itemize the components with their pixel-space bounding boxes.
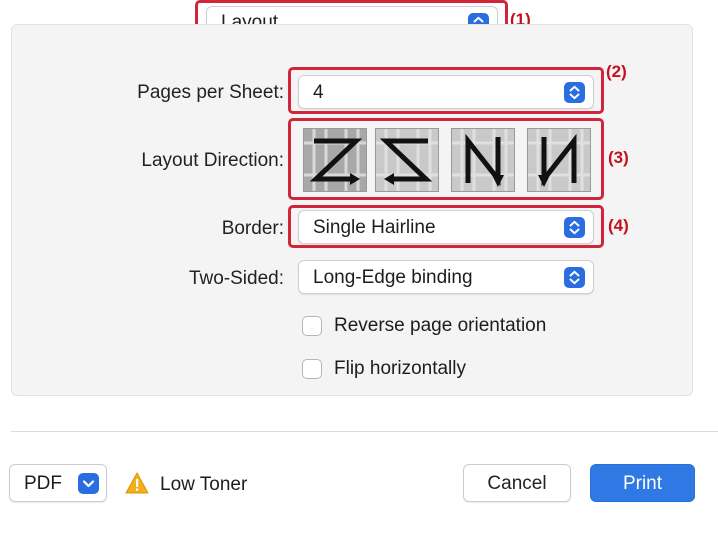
layout-direction-label: Layout Direction:	[141, 150, 284, 171]
pages-per-sheet-value: 4	[313, 82, 324, 103]
two-sided-label: Two-Sided:	[188, 268, 284, 289]
flip-horizontally-label: Flip horizontally	[334, 358, 466, 379]
two-sided-value: Long-Edge binding	[313, 267, 473, 288]
reverse-orientation-checkbox[interactable]	[302, 316, 322, 336]
two-sided-popup[interactable]: Long-Edge binding	[298, 260, 594, 294]
warning-icon	[125, 472, 149, 499]
flip-horizontally-checkbox[interactable]	[302, 359, 322, 379]
border-label: Border:	[221, 218, 284, 239]
pdf-label: PDF	[24, 473, 62, 494]
chevron-updown-icon	[564, 217, 585, 238]
pdf-menu-button[interactable]: PDF	[9, 464, 107, 502]
layout-direction-n-button[interactable]	[527, 128, 591, 192]
reverse-orientation-label: Reverse page orientation	[334, 315, 547, 336]
layout-direction-z-button[interactable]	[303, 128, 367, 192]
layout-direction-reverse-n-button[interactable]	[451, 128, 515, 192]
border-value: Single Hairline	[313, 217, 436, 238]
pages-per-sheet-label: Pages per Sheet:	[137, 82, 284, 103]
reverse-z-order-icon	[379, 138, 433, 182]
print-label: Print	[622, 473, 663, 494]
chevron-down-icon	[78, 473, 99, 494]
callout-label-2: (2)	[606, 62, 627, 81]
low-toner-status: Low Toner	[160, 474, 248, 495]
cancel-label: Cancel	[487, 473, 547, 494]
cancel-button[interactable]: Cancel	[463, 464, 571, 502]
footer-divider	[11, 431, 718, 432]
chevron-updown-icon	[564, 267, 585, 288]
chevron-updown-icon	[564, 82, 585, 103]
layout-direction-group	[297, 124, 597, 196]
layout-direction-reverse-z-button[interactable]	[375, 128, 439, 192]
callout-label-4: (4)	[608, 216, 629, 235]
print-button[interactable]: Print	[590, 464, 695, 502]
pages-per-sheet-popup[interactable]: 4	[298, 75, 594, 109]
callout-label-3: (3)	[608, 148, 629, 167]
z-order-icon	[309, 138, 363, 182]
border-popup[interactable]: Single Hairline	[298, 210, 594, 244]
